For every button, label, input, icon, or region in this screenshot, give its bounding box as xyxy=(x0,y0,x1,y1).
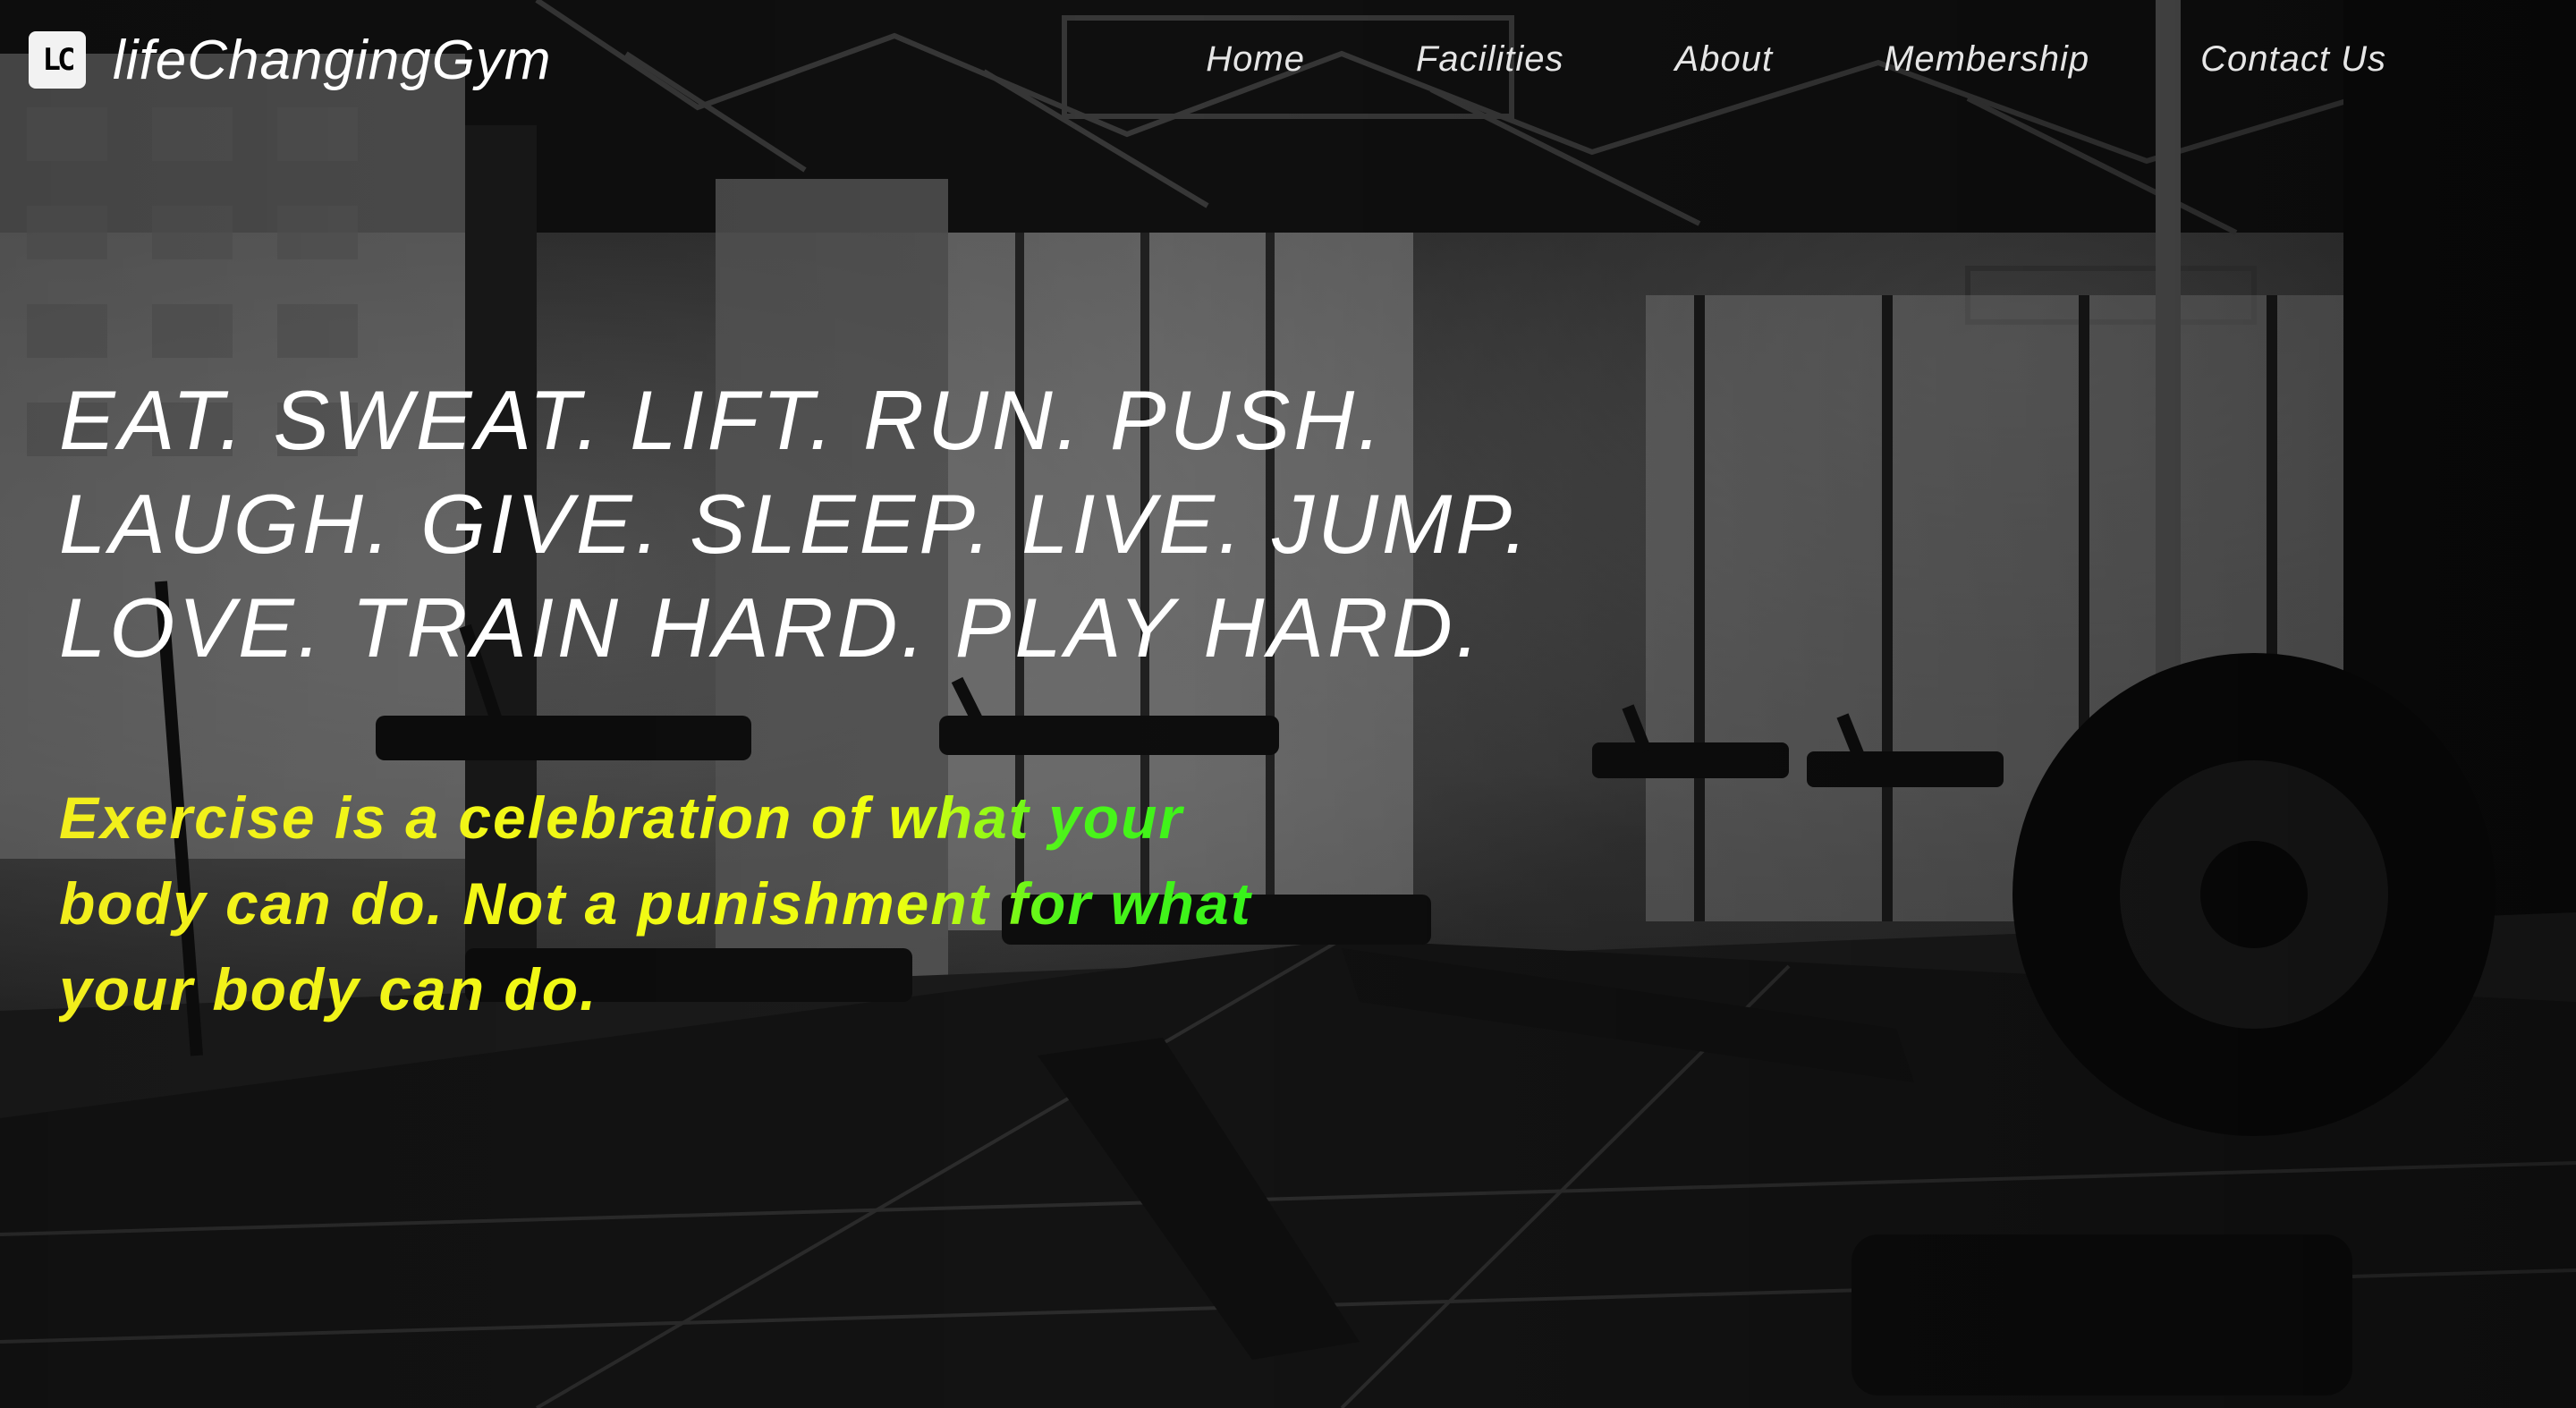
headline-line: LOVE. TRAIN HARD. PLAY HARD. xyxy=(59,581,1483,674)
nav-item-facilities[interactable]: Facilities xyxy=(1416,39,1564,80)
brand-name[interactable]: lifeChangingGym xyxy=(113,29,552,92)
quote-line: your body can do. xyxy=(59,956,598,1022)
logo-icon[interactable]: LC xyxy=(29,31,86,89)
main-nav: Home Facilities About Membership Contact… xyxy=(1206,39,2386,80)
hero-section: LC lifeChangingGym Home Facilities About… xyxy=(0,0,2576,1408)
brand[interactable]: LC lifeChangingGym xyxy=(29,29,552,91)
logo-text: LC xyxy=(42,42,76,78)
quote-line: Exercise is a celebration of what your xyxy=(59,785,1184,851)
background-overlay xyxy=(0,0,2576,1408)
headline-line: EAT. SWEAT. LIFT. RUN. PUSH. xyxy=(59,373,1385,467)
headline-line: LAUGH. GIVE. SLEEP. LIVE. JUMP. xyxy=(59,477,1532,571)
quote-line: body can do. Not a punishment for what xyxy=(59,870,1252,937)
hero-quote: Exercise is a celebration of what your b… xyxy=(59,775,1580,1032)
nav-item-membership[interactable]: Membership xyxy=(1884,39,2089,80)
hero-headline: EAT. SWEAT. LIFT. RUN. PUSH. LAUGH. GIVE… xyxy=(59,369,1580,680)
nav-item-contact-us[interactable]: Contact Us xyxy=(2200,39,2386,80)
nav-item-about[interactable]: About xyxy=(1675,39,1774,80)
nav-item-home[interactable]: Home xyxy=(1206,39,1305,80)
